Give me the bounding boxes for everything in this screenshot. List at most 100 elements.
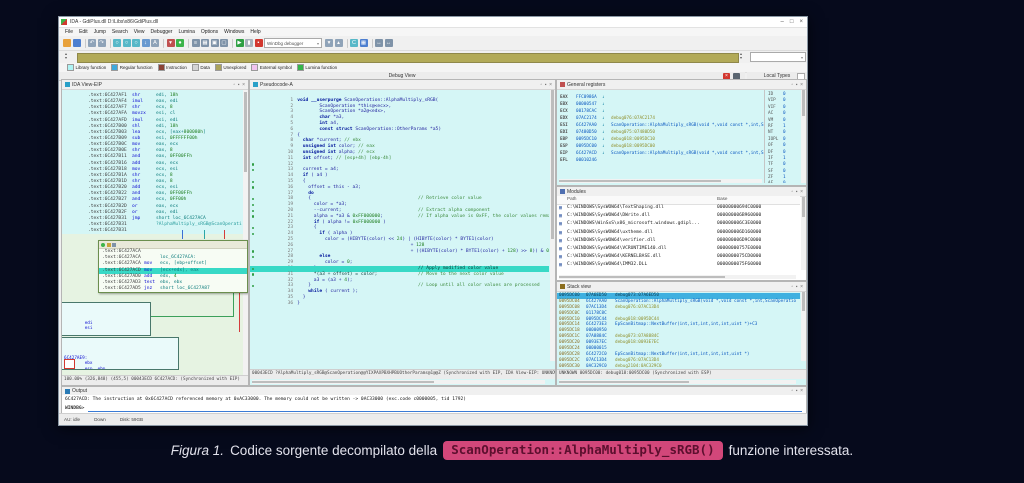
debugger-selector[interactable]: WinDbg debugger ▾	[264, 38, 322, 48]
navigator-scroll-arrows[interactable]: ▴ ▾	[740, 52, 742, 60]
register-row[interactable]: ECX 00178CAC ↓	[557, 108, 766, 115]
graph-node[interactable]: 6C427AE9: ebx esp, ebp ebp	[62, 337, 179, 370]
registers-list[interactable]: EAX FFC0986A ↓ EBX 00000547 ↓ ECX 00178CAC ↓ E…	[557, 89, 766, 177]
breakpoint-dot[interactable]	[251, 180, 254, 184]
command-input[interactable]	[88, 405, 802, 412]
toolbar-icon[interactable]: ▪	[254, 39, 263, 47]
menu-item[interactable]: Jump	[91, 29, 109, 35]
module-row[interactable]: ▦ C:\WINDOWS\WinSxS\x86_microsoft.windows…	[557, 220, 800, 228]
follow-arrow-icon[interactable]: ↓	[602, 101, 611, 108]
menu-item[interactable]: Lumina	[175, 29, 197, 35]
toolbar-icon[interactable]: C	[350, 39, 358, 47]
menu-item[interactable]: Options	[198, 29, 221, 35]
module-row[interactable]: ▦ C:\WINDOWS\SysWOW64\DWrite.dll 000000006…	[557, 212, 800, 220]
close-icon[interactable]: ×	[549, 82, 552, 88]
navigator-band[interactable]	[77, 52, 739, 63]
toolbar-icon[interactable]: A	[151, 39, 159, 47]
toolbar-icon[interactable]: ▶	[235, 39, 244, 47]
follow-arrow-icon[interactable]: ↓	[602, 150, 611, 157]
breakpoint-dot[interactable]	[251, 168, 254, 172]
restore-icon[interactable]: ▫	[792, 189, 794, 195]
follow-arrow-icon[interactable]	[602, 157, 611, 164]
menu-item[interactable]: Search	[109, 29, 131, 35]
breakpoint-dot[interactable]	[251, 232, 254, 236]
register-row[interactable]: ESP 0095DC00 ↓ debug018:0095DC00	[557, 143, 766, 150]
toolbar-icon[interactable]	[163, 38, 164, 48]
toolbar-icon[interactable]: ▮	[245, 39, 253, 47]
close-icon[interactable]: ×	[800, 388, 803, 394]
toolbar-icon[interactable]: ↔	[375, 39, 383, 47]
module-row[interactable]: ▦ C:\WINDOWS\SysWOW64\KERNELBASE.dll 00000…	[557, 253, 800, 261]
pseudocode-vertical-scrollbar[interactable]	[550, 90, 555, 361]
register-row[interactable]: EFL 00010246	[557, 157, 766, 164]
toolbar-icon[interactable]: ▦	[201, 39, 209, 47]
module-row[interactable]: ▦ C:\WINDOWS\SysWOW64\verifier.dll 0000000…	[557, 237, 800, 245]
module-row[interactable]: ▦ C:\WINDOWS\SysWOW64\uxtheme.dll 00000000…	[557, 229, 800, 237]
registers-vertical-scrollbar[interactable]	[801, 90, 806, 183]
breakpoint-dot[interactable]	[251, 255, 254, 259]
minimize-button[interactable]: –	[781, 18, 784, 27]
follow-arrow-icon[interactable]: ↓	[602, 129, 611, 136]
module-row[interactable]: ▦ C:\WINDOWS\SysWOW64\IMM32.DLL 0000000075…	[557, 261, 800, 269]
pin-icon[interactable]: ▪	[796, 82, 798, 88]
stack-list[interactable]: 0095DC00 07A6ED50 debug073:07A6ED50 0095DC…	[557, 291, 800, 369]
toolbar-icon[interactable]	[63, 39, 71, 47]
toolbar-icon[interactable]: ↷	[97, 39, 106, 47]
toolbar-icon[interactable]: ≡	[191, 39, 200, 47]
close-icon[interactable]: ×	[800, 82, 803, 88]
column-base[interactable]: Base	[717, 196, 727, 204]
toolbar-icon[interactable]: ▣	[210, 39, 219, 47]
popup-disasm-line[interactable]: .text:6C427AD5 jnz short loc_6C427A87	[99, 286, 247, 292]
toolbar-icon[interactable]	[109, 38, 111, 48]
flag-row[interactable]: AF0	[768, 181, 800, 183]
menu-item[interactable]: Debugger	[148, 29, 176, 35]
pin-icon[interactable]: ▪	[796, 284, 798, 290]
toolbar-icon[interactable]: ▾	[325, 39, 333, 47]
restore-icon[interactable]: ▫	[792, 388, 794, 394]
modules-list[interactable]: ▦ C:\WINDOWS\SysWOW64\TextShaping.dll 0000…	[557, 204, 800, 272]
toolbar-icon[interactable]	[232, 38, 233, 48]
module-row[interactable]: ▦ C:\WINDOWS\SysWOW64\VCRUNTIME140.dll 000…	[557, 245, 800, 253]
follow-arrow-icon[interactable]: ↓	[602, 108, 611, 115]
restore-icon[interactable]: ▫	[792, 284, 794, 290]
close-icon[interactable]: ×	[242, 82, 245, 88]
breakpoint-dot[interactable]	[251, 267, 254, 270]
toolbar-icon[interactable]: ○	[113, 39, 121, 47]
pin-icon[interactable]: ▪	[545, 82, 547, 88]
follow-arrow-icon[interactable]: ↓	[602, 122, 611, 129]
register-row[interactable]: EDI 07480D50 ↓ debug075:07480D50	[557, 129, 766, 136]
breakpoint-dot[interactable]	[251, 284, 254, 288]
close-icon[interactable]: ×	[800, 284, 803, 290]
registers-horizontal-scrollbar[interactable]	[559, 179, 762, 183]
breakpoint-dot[interactable]	[251, 197, 254, 201]
breakpoint-dot[interactable]	[251, 163, 254, 166]
navigator-combo[interactable]: ▾	[750, 52, 806, 62]
restore-icon[interactable]: ▫	[792, 82, 794, 88]
pin-icon[interactable]: ▪	[796, 388, 798, 394]
follow-arrow-icon[interactable]: ↓	[602, 94, 611, 101]
toolbar-icon[interactable]: ▢	[220, 39, 228, 47]
register-row[interactable]: EIP 6C427ACD ↓ ScanOperation::AlphaMultiply…	[557, 150, 766, 157]
breakpoint-dot[interactable]	[251, 250, 254, 253]
close-button[interactable]: ×	[799, 18, 803, 27]
column-path[interactable]: Path	[567, 196, 717, 204]
graph-node-current[interactable]	[64, 359, 75, 369]
follow-arrow-icon[interactable]: ↓	[602, 136, 611, 143]
toolbar-icon[interactable]	[346, 38, 348, 48]
follow-arrow-icon[interactable]: ↓	[602, 143, 611, 150]
menu-item[interactable]: Help	[247, 29, 263, 35]
restore-icon[interactable]: ▫	[234, 82, 236, 88]
restore-icon[interactable]: ▫	[541, 82, 543, 88]
toolbar-icon[interactable]: ▾	[166, 39, 175, 47]
toolbar-icon[interactable]: ▦	[359, 39, 368, 47]
breakpoint-dot[interactable]	[251, 273, 254, 276]
graph-node[interactable]: edi esi	[62, 302, 151, 336]
register-row[interactable]: EDX 07AC2174 ↓ debug076:07AC2174	[557, 115, 766, 122]
follow-arrow-icon[interactable]: ↓	[602, 115, 611, 122]
close-icon[interactable]: ×	[800, 189, 803, 195]
breakpoint-dot[interactable]	[251, 209, 254, 213]
toolbar-icon[interactable]: ○	[132, 39, 140, 47]
breakpoint-dot[interactable]	[251, 226, 254, 230]
register-row[interactable]: EAX FFC0986A ↓	[557, 94, 766, 101]
menu-item[interactable]: File	[62, 29, 76, 35]
